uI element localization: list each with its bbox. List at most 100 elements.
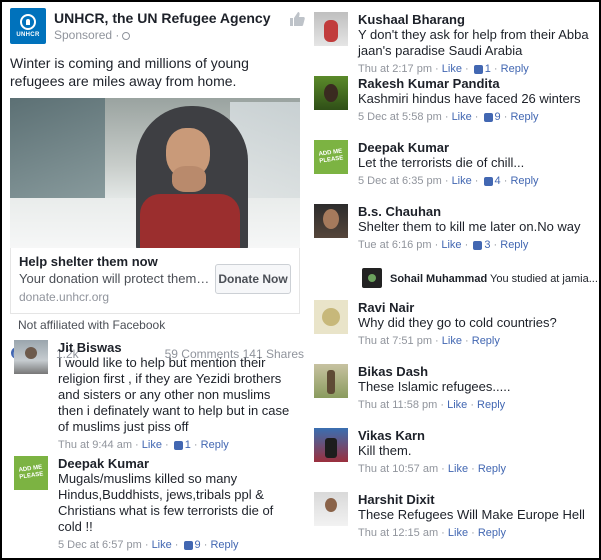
like-count[interactable]: 9 [495,111,501,123]
ad-image[interactable] [10,98,300,248]
ad-footer[interactable]: Help shelter them now Your donation will… [10,248,300,314]
commenter-name[interactable]: B.s. Chauhan [358,204,594,219]
comment-time[interactable]: 5 Dec at 5:58 pm [358,111,442,123]
like-count-icon [183,540,193,550]
commenter-name[interactable]: Kushaal Bharang [358,12,594,27]
comment: Harshit Dixit These Refugees Will Make E… [314,492,596,548]
avatar[interactable] [314,300,348,334]
reply-comment: Sohail Muhammad You studied at jamia... [362,268,598,292]
avatar[interactable] [14,340,48,374]
comment-meta: Thu at 7:51 pm · Like · Reply [358,335,500,347]
like-link[interactable]: Like [452,111,472,123]
commenter-name[interactable]: Ravi Nair [358,300,594,315]
like-count[interactable]: 3 [484,239,490,251]
avatar[interactable] [314,492,348,526]
logo-wordmark: UNHCR [16,32,40,38]
comment-time[interactable]: 5 Dec at 6:35 pm [358,175,442,187]
comment-meta: Thu at 10:57 am · Like · Reply [358,463,506,475]
avatar[interactable] [314,364,348,398]
comment-text: Y don't they ask for help from their Abb… [358,27,589,58]
comment-meta: Tue at 6:16 pm · Like · 3 · Reply [358,239,529,251]
reply-link[interactable]: Reply [478,463,506,475]
globe-icon [122,31,131,40]
comment-time[interactable]: Thu at 12:15 am [358,527,438,539]
comment-time[interactable]: Thu at 11:58 pm [358,399,437,411]
comment-text: I would like to help but mention their r… [58,355,290,434]
donate-now-button[interactable]: Donate Now [215,264,291,294]
reply-link[interactable]: Reply [210,539,238,551]
comment: Bikas Dash These Islamic refugees..... T… [314,364,596,420]
avatar[interactable] [314,12,348,46]
like-link[interactable]: Like [442,63,462,75]
commenter-name[interactable]: Harshit Dixit [358,492,594,507]
like-count[interactable]: 1 [185,439,191,451]
reply-link[interactable]: Reply [510,175,538,187]
comment-time[interactable]: Thu at 2:17 pm [358,63,432,75]
reply-link[interactable]: Reply [510,111,538,123]
add-me-please-badge: ADD ME PLEASE [18,464,44,481]
post-header: UNHCR UNHCR, the UN Refugee Agency Spons… [10,8,306,48]
unhcr-logo[interactable]: UNHCR [10,8,46,44]
like-link[interactable]: Like [441,239,461,251]
page-name[interactable]: UNHCR, the UN Refugee Agency [54,10,271,26]
avatar[interactable] [314,428,348,462]
comment-text: Kill them. [358,443,412,458]
reply-line: Sohail Muhammad You studied at jamia... [390,271,598,287]
add-me-please-badge: ADD ME PLEASE [318,148,344,165]
like-link[interactable]: Like [452,175,472,187]
like-count[interactable]: 4 [495,175,501,187]
like-page-icon[interactable] [288,10,306,33]
child-hands [172,166,206,192]
comment-meta: 5 Dec at 6:35 pm · Like · 4 · Reply [358,175,539,187]
like-link[interactable]: Like [442,335,462,347]
like-count[interactable]: 9 [195,539,201,551]
comment-text: Why did they go to cold countries? [358,315,557,330]
reply-link[interactable]: Reply [201,439,229,451]
comment-text: Shelter them to kill me later on.No way [358,219,581,234]
commenter-name[interactable]: Deepak Kumar [358,140,594,155]
reply-link[interactable]: Reply [501,63,529,75]
avatar[interactable]: ADD ME PLEASE [14,456,48,490]
commenter-name[interactable]: Deepak Kumar [58,456,298,471]
like-count-icon [473,64,483,74]
like-count[interactable]: 1 [485,63,491,75]
reply-link[interactable]: Reply [500,239,528,251]
not-affiliated-label: Not affiliated with Facebook [18,318,166,332]
comment: Vikas Karn Kill them. Thu at 10:57 am · … [314,428,596,484]
like-link[interactable]: Like [447,399,467,411]
avatar[interactable] [314,76,348,110]
reply-link[interactable]: Reply [478,527,506,539]
avatar[interactable] [314,204,348,238]
comment-time[interactable]: Tue at 6:16 pm [358,239,432,251]
sponsored-label: Sponsored · [54,28,131,42]
left-column: UNHCR UNHCR, the UN Refugee Agency Spons… [10,8,306,556]
comment-time[interactable]: 5 Dec at 6:57 pm [58,539,142,551]
commenter-name[interactable]: Bikas Dash [358,364,594,379]
commenter-name[interactable]: Jit Biswas [58,340,298,355]
comment-time[interactable]: Thu at 10:57 am [358,463,438,475]
comment: Rakesh Kumar Pandita Kashmiri hindus hav… [314,76,596,132]
comment: Kushaal Bharang Y don't they ask for hel… [314,12,596,76]
comment-time[interactable]: Thu at 7:51 pm [358,335,432,347]
commenter-name[interactable]: Vikas Karn [358,428,594,443]
like-link[interactable]: Like [448,527,468,539]
reply-link[interactable]: Reply [472,335,500,347]
comment: Ravi Nair Why did they go to cold countr… [314,300,596,356]
reply-link[interactable]: Reply [477,399,505,411]
like-link[interactable]: Like [448,463,468,475]
sponsored-text: Sponsored [54,28,113,42]
comment-text: You studied at jamia... [490,273,598,285]
like-link[interactable]: Like [152,539,172,551]
avatar[interactable]: ADD ME PLEASE [314,140,348,174]
comment-time[interactable]: Thu at 9:44 am [58,439,132,451]
comment: ADD ME PLEASE Deepak Kumar Mugals/muslim… [14,456,304,556]
comment: Jit Biswas I would like to help but ment… [14,340,304,452]
commenter-name[interactable]: Rakesh Kumar Pandita [358,76,594,91]
comment-meta: Thu at 9:44 am · Like · 1 · Reply [58,439,229,451]
avatar[interactable] [362,268,382,288]
commenter-name[interactable]: Sohail Muhammad [390,273,487,285]
comment-text: Let the terrorists die of chill... [358,155,525,170]
like-count-icon [483,112,493,122]
like-link[interactable]: Like [142,439,162,451]
comment-text: These Islamic refugees..... [358,379,511,394]
